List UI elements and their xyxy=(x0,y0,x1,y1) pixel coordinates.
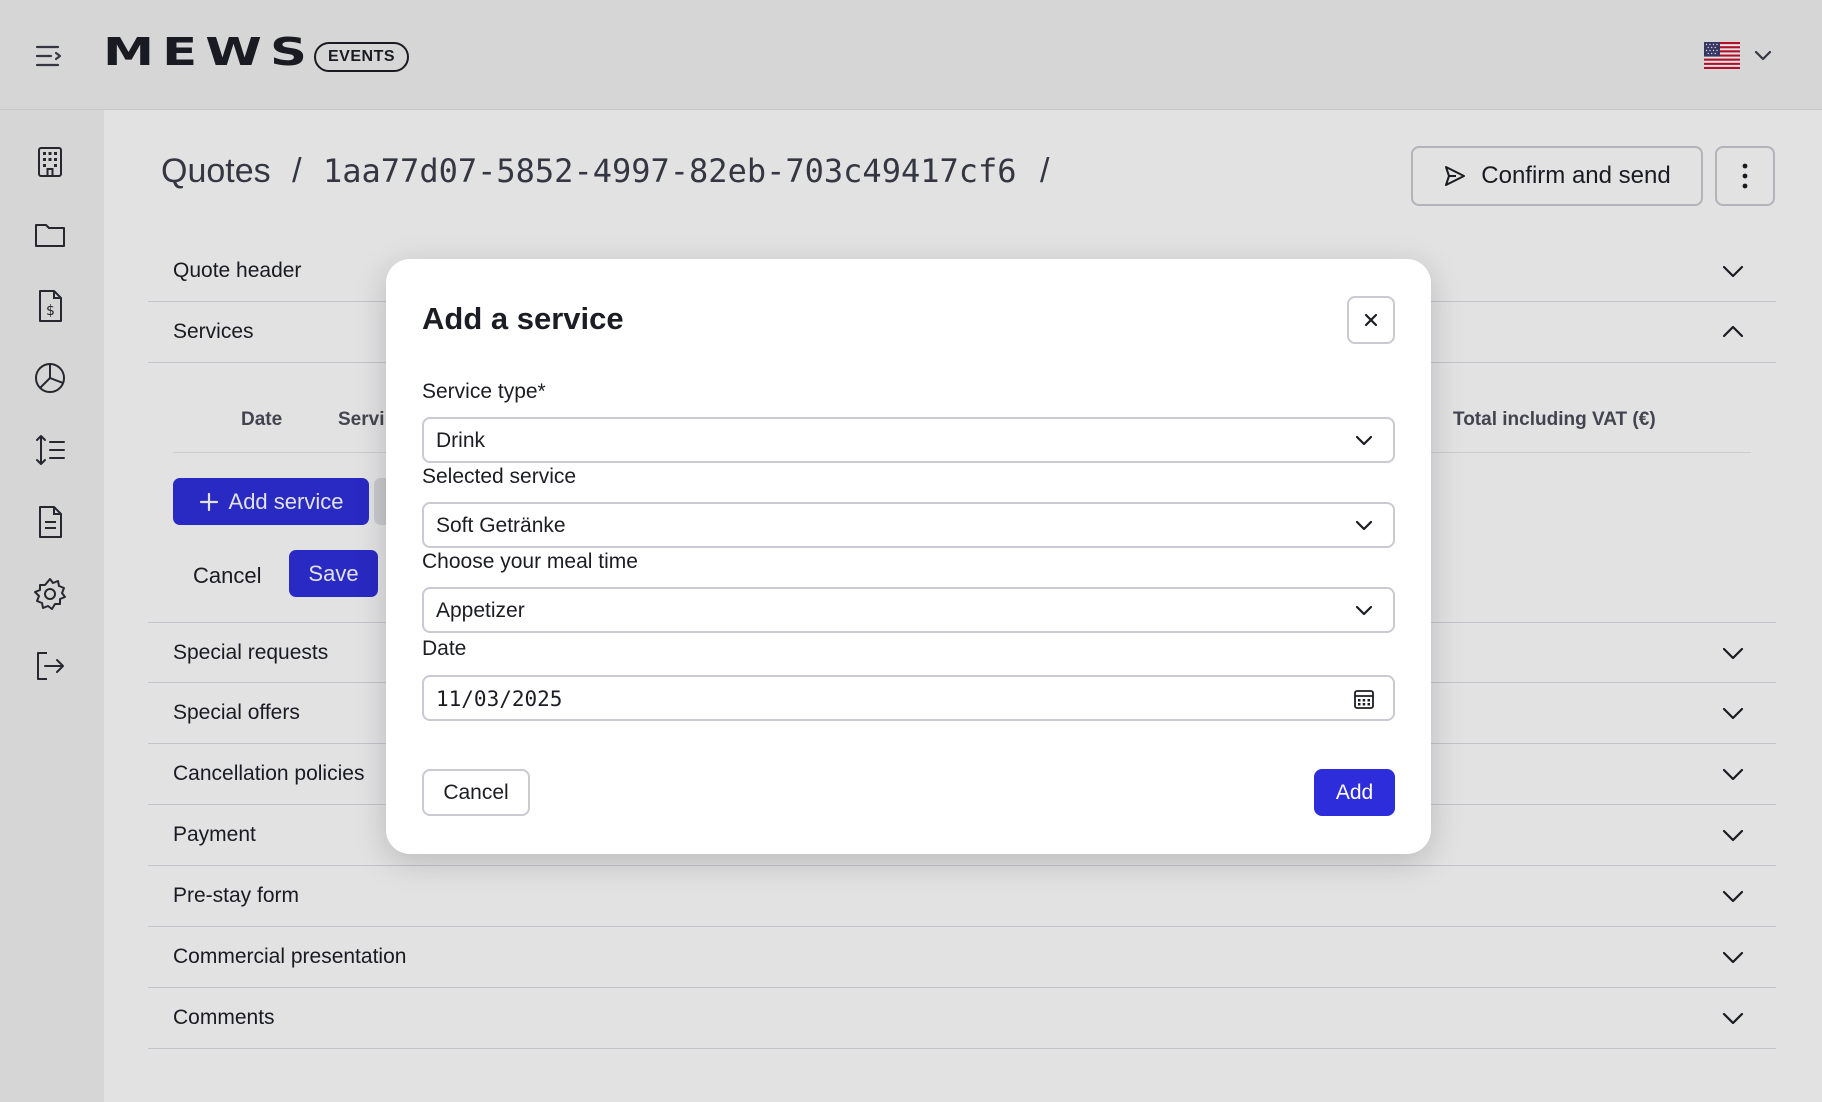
service-type-value: Drink xyxy=(436,429,486,452)
service-type-label: Service type* xyxy=(422,380,546,403)
dialog-title: Add a service xyxy=(422,301,624,336)
add-service-dialog: Add a service Service type* Drink Select… xyxy=(386,259,1431,854)
close-button[interactable] xyxy=(1347,296,1395,344)
selected-service-label: Selected service xyxy=(422,465,577,488)
meal-time-select[interactable]: Appetizer xyxy=(422,587,1395,633)
selected-service-select[interactable]: Soft Getränke xyxy=(422,502,1395,548)
dialog-add-button[interactable]: Add xyxy=(1314,769,1395,816)
meal-time-label: Choose your meal time xyxy=(422,550,638,573)
chevron-down-icon xyxy=(1355,605,1373,616)
meal-time-value: Appetizer xyxy=(436,599,525,622)
dialog-cancel-button[interactable]: Cancel xyxy=(422,769,530,816)
date-input[interactable]: 11/03/2025 xyxy=(422,675,1395,721)
date-value: 11/03/2025 xyxy=(436,687,563,711)
chevron-down-icon xyxy=(1355,520,1373,531)
selected-service-value: Soft Getränke xyxy=(436,514,566,537)
close-icon xyxy=(1364,313,1378,327)
date-label: Date xyxy=(422,637,467,660)
calendar-icon[interactable] xyxy=(1353,688,1375,710)
chevron-down-icon xyxy=(1355,435,1373,446)
service-type-select[interactable]: Drink xyxy=(422,417,1395,463)
